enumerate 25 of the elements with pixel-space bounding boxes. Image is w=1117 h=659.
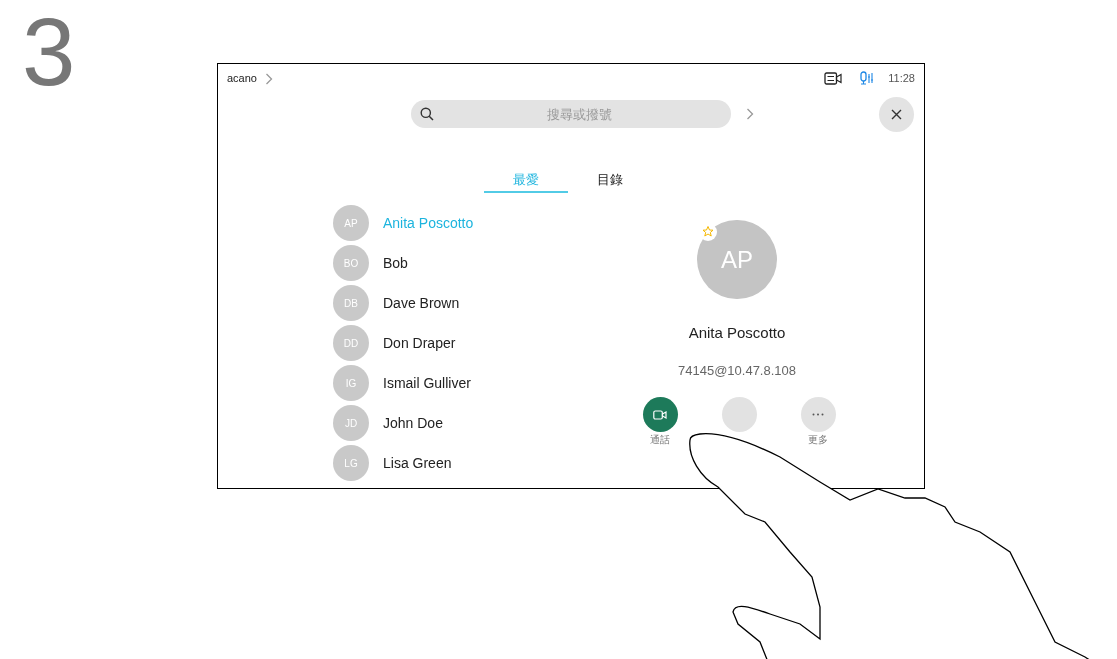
breadcrumb[interactable]: acano — [227, 69, 257, 87]
call-button[interactable] — [642, 397, 678, 432]
search-field[interactable]: 搜尋或撥號 — [411, 100, 731, 128]
clock-time: 11:28 — [888, 70, 915, 86]
close-button[interactable] — [879, 96, 914, 132]
chevron-right-icon — [265, 72, 273, 85]
action-label: 通話 — [650, 435, 670, 445]
tab[interactable]: 目錄 — [568, 169, 652, 193]
camera-settings-icon[interactable] — [824, 71, 843, 85]
close-icon — [891, 108, 902, 120]
contact-name[interactable]: Bob — [383, 252, 408, 274]
contact-name[interactable]: Dave Brown — [383, 292, 460, 314]
more-icon — [812, 413, 824, 416]
action-label: 更多 — [808, 435, 828, 445]
contact-name[interactable]: Ismail Gulliver — [383, 372, 471, 394]
contact-name[interactable]: John Doe — [383, 412, 443, 434]
step-number: 3 — [22, 0, 77, 104]
video-camera-icon — [653, 409, 667, 420]
chevron-right-icon — [746, 108, 754, 120]
contact-address: 74145@10.47.8.108 — [678, 361, 796, 380]
contact-name[interactable]: Don Draper — [383, 332, 456, 354]
search-icon — [420, 107, 434, 121]
contact-name[interactable]: Lisa Green — [383, 452, 452, 474]
contact-name: Anita Poscotto — [688, 323, 786, 343]
microphone-icon[interactable] — [860, 71, 875, 85]
